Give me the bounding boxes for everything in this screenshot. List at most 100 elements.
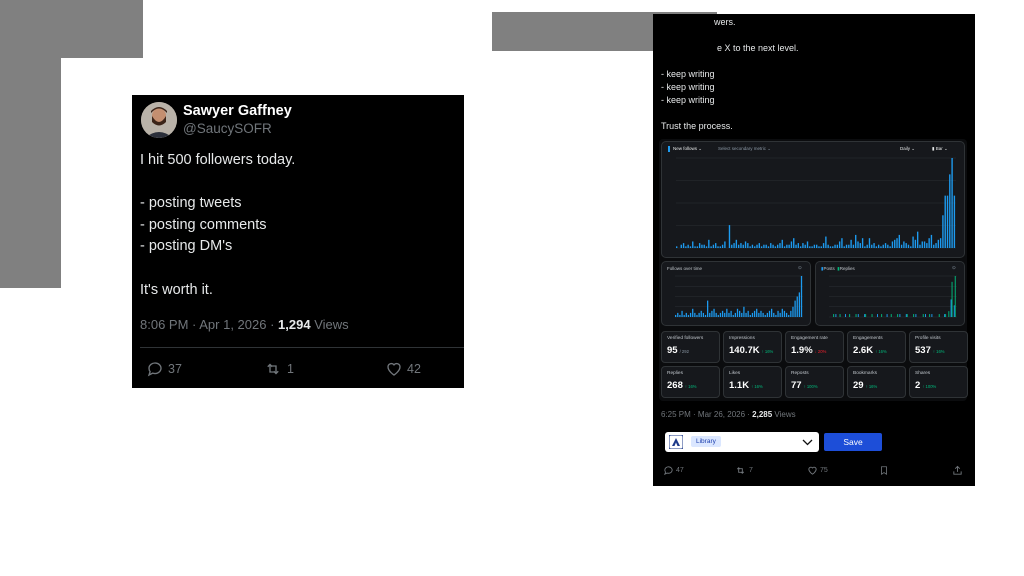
chart-bar bbox=[945, 314, 947, 317]
views-label: Views bbox=[310, 317, 349, 332]
chart-bar bbox=[931, 314, 933, 317]
chart-bar bbox=[949, 174, 951, 248]
chart-bar bbox=[944, 195, 946, 248]
like-button[interactable]: 75 bbox=[807, 465, 828, 476]
chart-bar bbox=[845, 314, 846, 317]
chart-bar bbox=[926, 243, 928, 248]
tweet-text-line: It's worth it. bbox=[140, 282, 213, 298]
metric-value: 95/ 292 bbox=[667, 345, 689, 356]
chart-bar bbox=[873, 243, 875, 248]
chevron-down-icon bbox=[802, 439, 813, 446]
chart-bar bbox=[740, 243, 742, 248]
metric-card[interactable]: Engagement rate 1.9% ↓ 20% bbox=[785, 331, 844, 363]
metric-card[interactable]: Bookmarks 29 ↑ 16% bbox=[847, 366, 906, 398]
metric-label: Shares bbox=[915, 371, 931, 376]
metric-label: Engagements bbox=[853, 336, 883, 341]
replies-legend: Replies bbox=[839, 266, 855, 271]
chart-bar bbox=[696, 246, 699, 248]
chart-bar bbox=[735, 239, 738, 248]
chart-bar bbox=[951, 158, 953, 248]
chart-bar bbox=[822, 243, 825, 248]
chart-bar bbox=[713, 308, 715, 317]
repost-icon bbox=[736, 467, 745, 474]
metric-card[interactable]: Replies 268 ↑ 16% bbox=[661, 366, 720, 398]
secondary-metric-select[interactable]: Select secondary metric ⌄ bbox=[718, 146, 771, 152]
metric-card[interactable]: Likes 1.1K ↑ 16% bbox=[723, 366, 782, 398]
chart-bar bbox=[900, 244, 903, 248]
chart-bar bbox=[741, 312, 743, 317]
reply-icon bbox=[147, 362, 162, 377]
chart-bar bbox=[721, 310, 724, 317]
chart-bar bbox=[848, 244, 850, 248]
reply-button[interactable]: 47 bbox=[663, 465, 684, 476]
chart-bar bbox=[802, 243, 804, 248]
analytics-image[interactable]: New follows ⌄ Select secondary metric ⌄ … bbox=[659, 139, 968, 401]
primary-metric-label: New follows bbox=[673, 146, 698, 151]
reply-count: 47 bbox=[676, 467, 684, 474]
save-button[interactable]: Save bbox=[824, 433, 882, 451]
chart-bar bbox=[896, 238, 898, 248]
chart-bar bbox=[758, 243, 760, 248]
metric-number: 1.1K bbox=[729, 380, 750, 391]
reply-button[interactable]: 37 bbox=[146, 360, 182, 378]
legend: ▮Posts ▮Replies bbox=[821, 266, 855, 272]
chart-bar bbox=[773, 312, 775, 317]
chart-bar bbox=[838, 241, 841, 248]
chart-bar bbox=[891, 241, 894, 248]
chart-bar bbox=[811, 246, 813, 248]
metric-card[interactable]: Profile visits 537 ↑ 16% bbox=[909, 331, 968, 363]
metric-card[interactable]: Verified followers 95/ 292 bbox=[661, 331, 720, 363]
info-icon[interactable]: ⊙ bbox=[952, 265, 956, 271]
primary-metric-select[interactable]: New follows ⌄ bbox=[668, 146, 702, 152]
metric-change: ↑ 100% bbox=[803, 384, 818, 389]
library-select[interactable]: Library bbox=[665, 432, 819, 452]
metric-number: 2.6K bbox=[853, 345, 874, 356]
metric-card[interactable]: Engagements 2.6K ↑ 16% bbox=[847, 331, 906, 363]
chart-bar bbox=[946, 195, 949, 248]
chart-bar bbox=[703, 244, 705, 248]
repost-button[interactable]: 7 bbox=[734, 465, 753, 476]
author-name[interactable]: Sawyer Gaffney bbox=[183, 103, 292, 119]
like-button[interactable]: 42 bbox=[385, 360, 421, 378]
chart-bar bbox=[730, 310, 732, 317]
chart-bar bbox=[944, 314, 946, 317]
chart-bar bbox=[765, 244, 767, 248]
chart-bar bbox=[916, 231, 919, 248]
chart-bar bbox=[756, 308, 758, 317]
chart-bar bbox=[762, 312, 764, 317]
metric-label: Reposts bbox=[791, 371, 809, 376]
metric-change: ↑ 16% bbox=[875, 349, 887, 354]
chart-bar bbox=[731, 244, 733, 248]
reply-count: 37 bbox=[168, 362, 182, 376]
chart-bar bbox=[747, 310, 749, 317]
chart-bar bbox=[889, 246, 891, 248]
divider bbox=[140, 347, 464, 348]
repost-button[interactable]: 1 bbox=[263, 360, 294, 378]
chart-bar bbox=[747, 243, 749, 248]
chart-bar bbox=[886, 314, 888, 317]
chart-bar bbox=[913, 314, 915, 317]
metric-label: Impressions bbox=[729, 336, 755, 341]
chart-bar bbox=[907, 244, 910, 248]
period-select[interactable]: Daily ⌄ bbox=[900, 146, 915, 152]
chart-bar bbox=[696, 314, 698, 317]
chart-bar bbox=[880, 246, 882, 248]
chart-bar bbox=[818, 246, 820, 248]
metric-card[interactable]: Impressions 140.7K ↑ 16% bbox=[723, 331, 782, 363]
chart-bar bbox=[794, 300, 796, 317]
tweet-text-line: - keep writing bbox=[661, 69, 715, 79]
tweet-timestamp[interactable]: 6:25 PM · Mar 26, 2026 · bbox=[661, 410, 752, 419]
chart-type-select[interactable]: ▮ Bar ⌄ bbox=[932, 146, 948, 152]
chart-bar bbox=[899, 314, 901, 317]
avatar[interactable] bbox=[141, 102, 177, 138]
metric-card[interactable]: Reposts 77 ↑ 100% bbox=[785, 366, 844, 398]
info-icon[interactable]: ⊙ bbox=[798, 265, 802, 271]
gray-block-top-left bbox=[0, 0, 143, 58]
chart-bar bbox=[950, 299, 952, 317]
author-handle[interactable]: @SaucySOFR bbox=[183, 121, 272, 136]
tweet-timestamp[interactable]: 8:06 PM · Apr 1, 2026 · bbox=[140, 317, 278, 332]
metric-card[interactable]: Shares 2 ↑ 100% bbox=[909, 366, 968, 398]
share-button[interactable] bbox=[952, 465, 963, 476]
heart-icon bbox=[387, 362, 401, 376]
bookmark-button[interactable] bbox=[879, 465, 889, 476]
